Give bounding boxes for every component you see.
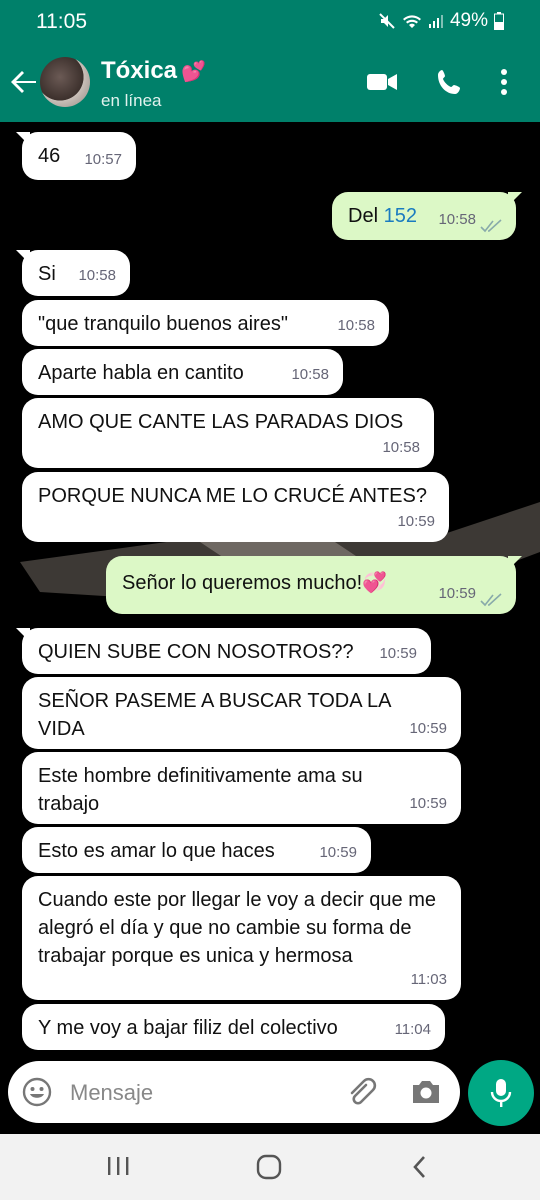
read-ticks-icon	[480, 593, 502, 607]
bubble-tail	[16, 628, 30, 642]
message-text: Del	[348, 205, 384, 227]
message-time: 10:59	[409, 795, 447, 812]
message-bubble-incoming[interactable]: Y me voy a bajar filiz del colectivo 11:…	[22, 1004, 445, 1050]
status-icons: 49%	[378, 10, 504, 32]
bubble-tail	[16, 132, 30, 146]
navigation-bar	[0, 1134, 540, 1200]
read-ticks-icon	[480, 219, 502, 233]
message-bubble-incoming[interactable]: 46 10:57	[16, 132, 136, 180]
contact-name[interactable]: Tóxica 💕	[101, 57, 206, 85]
message-time: 10:58	[291, 366, 329, 383]
microphone-button[interactable]	[468, 1060, 534, 1126]
message-text: 46	[38, 145, 61, 167]
message-text: QUIEN SUBE CON NOSOTROS??	[38, 641, 354, 663]
message-text: Y me voy a bajar filiz del colectivo	[38, 1017, 338, 1039]
message-text: SEÑOR PASEME A BUSCAR TODA LA VIDA	[38, 690, 391, 740]
message-text: PORQUE NUNCA ME LO CRUCÉ ANTES?	[38, 485, 427, 507]
message-text: Aparte habla en cantito	[38, 362, 244, 384]
message-text: Esto es amar lo que haces	[38, 840, 275, 862]
message-text: Este hombre definitivamente ama su traba…	[38, 765, 363, 815]
home-icon[interactable]	[256, 1154, 282, 1180]
status-bar: 11:05 49%	[0, 0, 540, 46]
chat-area[interactable]: 46 10:57 Del 152 10:58 Si 10:58 "que tra…	[0, 122, 540, 1057]
message-time: 10:59	[319, 844, 357, 861]
more-vert-icon[interactable]	[500, 68, 508, 96]
message-time: 10:59	[409, 720, 447, 737]
message-text: Si	[38, 263, 56, 285]
message-text: Cuando este por llegar le voy a decir qu…	[38, 889, 437, 967]
camera-icon[interactable]	[410, 1077, 442, 1107]
message-time: 10:58	[438, 211, 476, 228]
message-bubble-incoming[interactable]: Cuando este por llegar le voy a decir qu…	[22, 876, 461, 1000]
message-bubble-incoming[interactable]: Si 10:58	[16, 250, 130, 296]
message-bubble-incoming[interactable]: "que tranquilo buenos aires" 10:58	[22, 300, 389, 346]
message-bubble-incoming[interactable]: AMO QUE CANTE LAS PARADAS DIOS 10:58	[22, 398, 434, 468]
message-bubble-incoming[interactable]: SEÑOR PASEME A BUSCAR TODA LA VIDA 10:59	[22, 677, 461, 749]
message-bubble-incoming[interactable]: Aparte habla en cantito 10:58	[22, 349, 343, 395]
battery-level: 49%	[449, 10, 488, 31]
contact-name-text: Tóxica	[101, 57, 178, 84]
recent-apps-icon[interactable]	[106, 1156, 130, 1176]
message-bubble-incoming[interactable]: QUIEN SUBE CON NOSOTROS?? 10:59	[16, 628, 431, 674]
contact-status: en línea	[101, 91, 162, 110]
chat-header: Tóxica 💕 en línea	[0, 46, 540, 122]
message-time: 10:58	[78, 267, 116, 284]
microphone-icon	[490, 1079, 512, 1107]
hearts-emoji: 💞	[362, 572, 388, 594]
status-time: 11:05	[36, 10, 87, 33]
message-bubble-incoming[interactable]: PORQUE NUNCA ME LO CRUCÉ ANTES? 10:59	[22, 472, 449, 542]
battery-icon	[494, 12, 504, 30]
message-composer	[8, 1061, 460, 1123]
video-call-icon[interactable]	[366, 68, 398, 96]
signal-icon	[428, 15, 443, 28]
message-time: 10:58	[337, 317, 375, 334]
bubble-tail	[16, 250, 30, 264]
arrow-left-icon[interactable]	[8, 66, 40, 98]
message-text: AMO QUE CANTE LAS PARADAS DIOS	[38, 411, 404, 433]
message-bubble-outgoing[interactable]: Señor lo queremos mucho!💞 10:59	[106, 556, 522, 614]
message-input[interactable]	[68, 1075, 332, 1111]
number-link[interactable]: 152	[384, 205, 417, 227]
message-text: Señor lo queremos mucho!	[122, 572, 363, 594]
message-bubble-incoming[interactable]: Esto es amar lo que haces 10:59	[22, 827, 371, 873]
message-time: 10:59	[397, 513, 435, 530]
message-time: 11:04	[394, 1021, 431, 1038]
heart-emoji: 💕	[181, 61, 206, 83]
wifi-icon	[402, 15, 421, 28]
message-time: 11:03	[410, 971, 447, 988]
message-time: 10:59	[379, 645, 417, 662]
phone-icon[interactable]	[436, 68, 464, 96]
message-time: 10:57	[84, 151, 122, 168]
message-text: "que tranquilo buenos aires"	[38, 313, 288, 335]
message-bubble-incoming[interactable]: Este hombre definitivamente ama su traba…	[22, 752, 461, 824]
message-time: 10:59	[438, 585, 476, 602]
message-time: 10:58	[382, 439, 420, 456]
mute-icon	[379, 13, 395, 29]
nav-back-icon[interactable]	[410, 1154, 430, 1180]
avatar[interactable]	[40, 57, 90, 107]
bubble-tail	[508, 192, 522, 206]
emoji-icon[interactable]	[22, 1077, 52, 1107]
paperclip-icon[interactable]	[346, 1077, 378, 1109]
message-bubble-outgoing[interactable]: Del 152 10:58	[332, 192, 522, 240]
